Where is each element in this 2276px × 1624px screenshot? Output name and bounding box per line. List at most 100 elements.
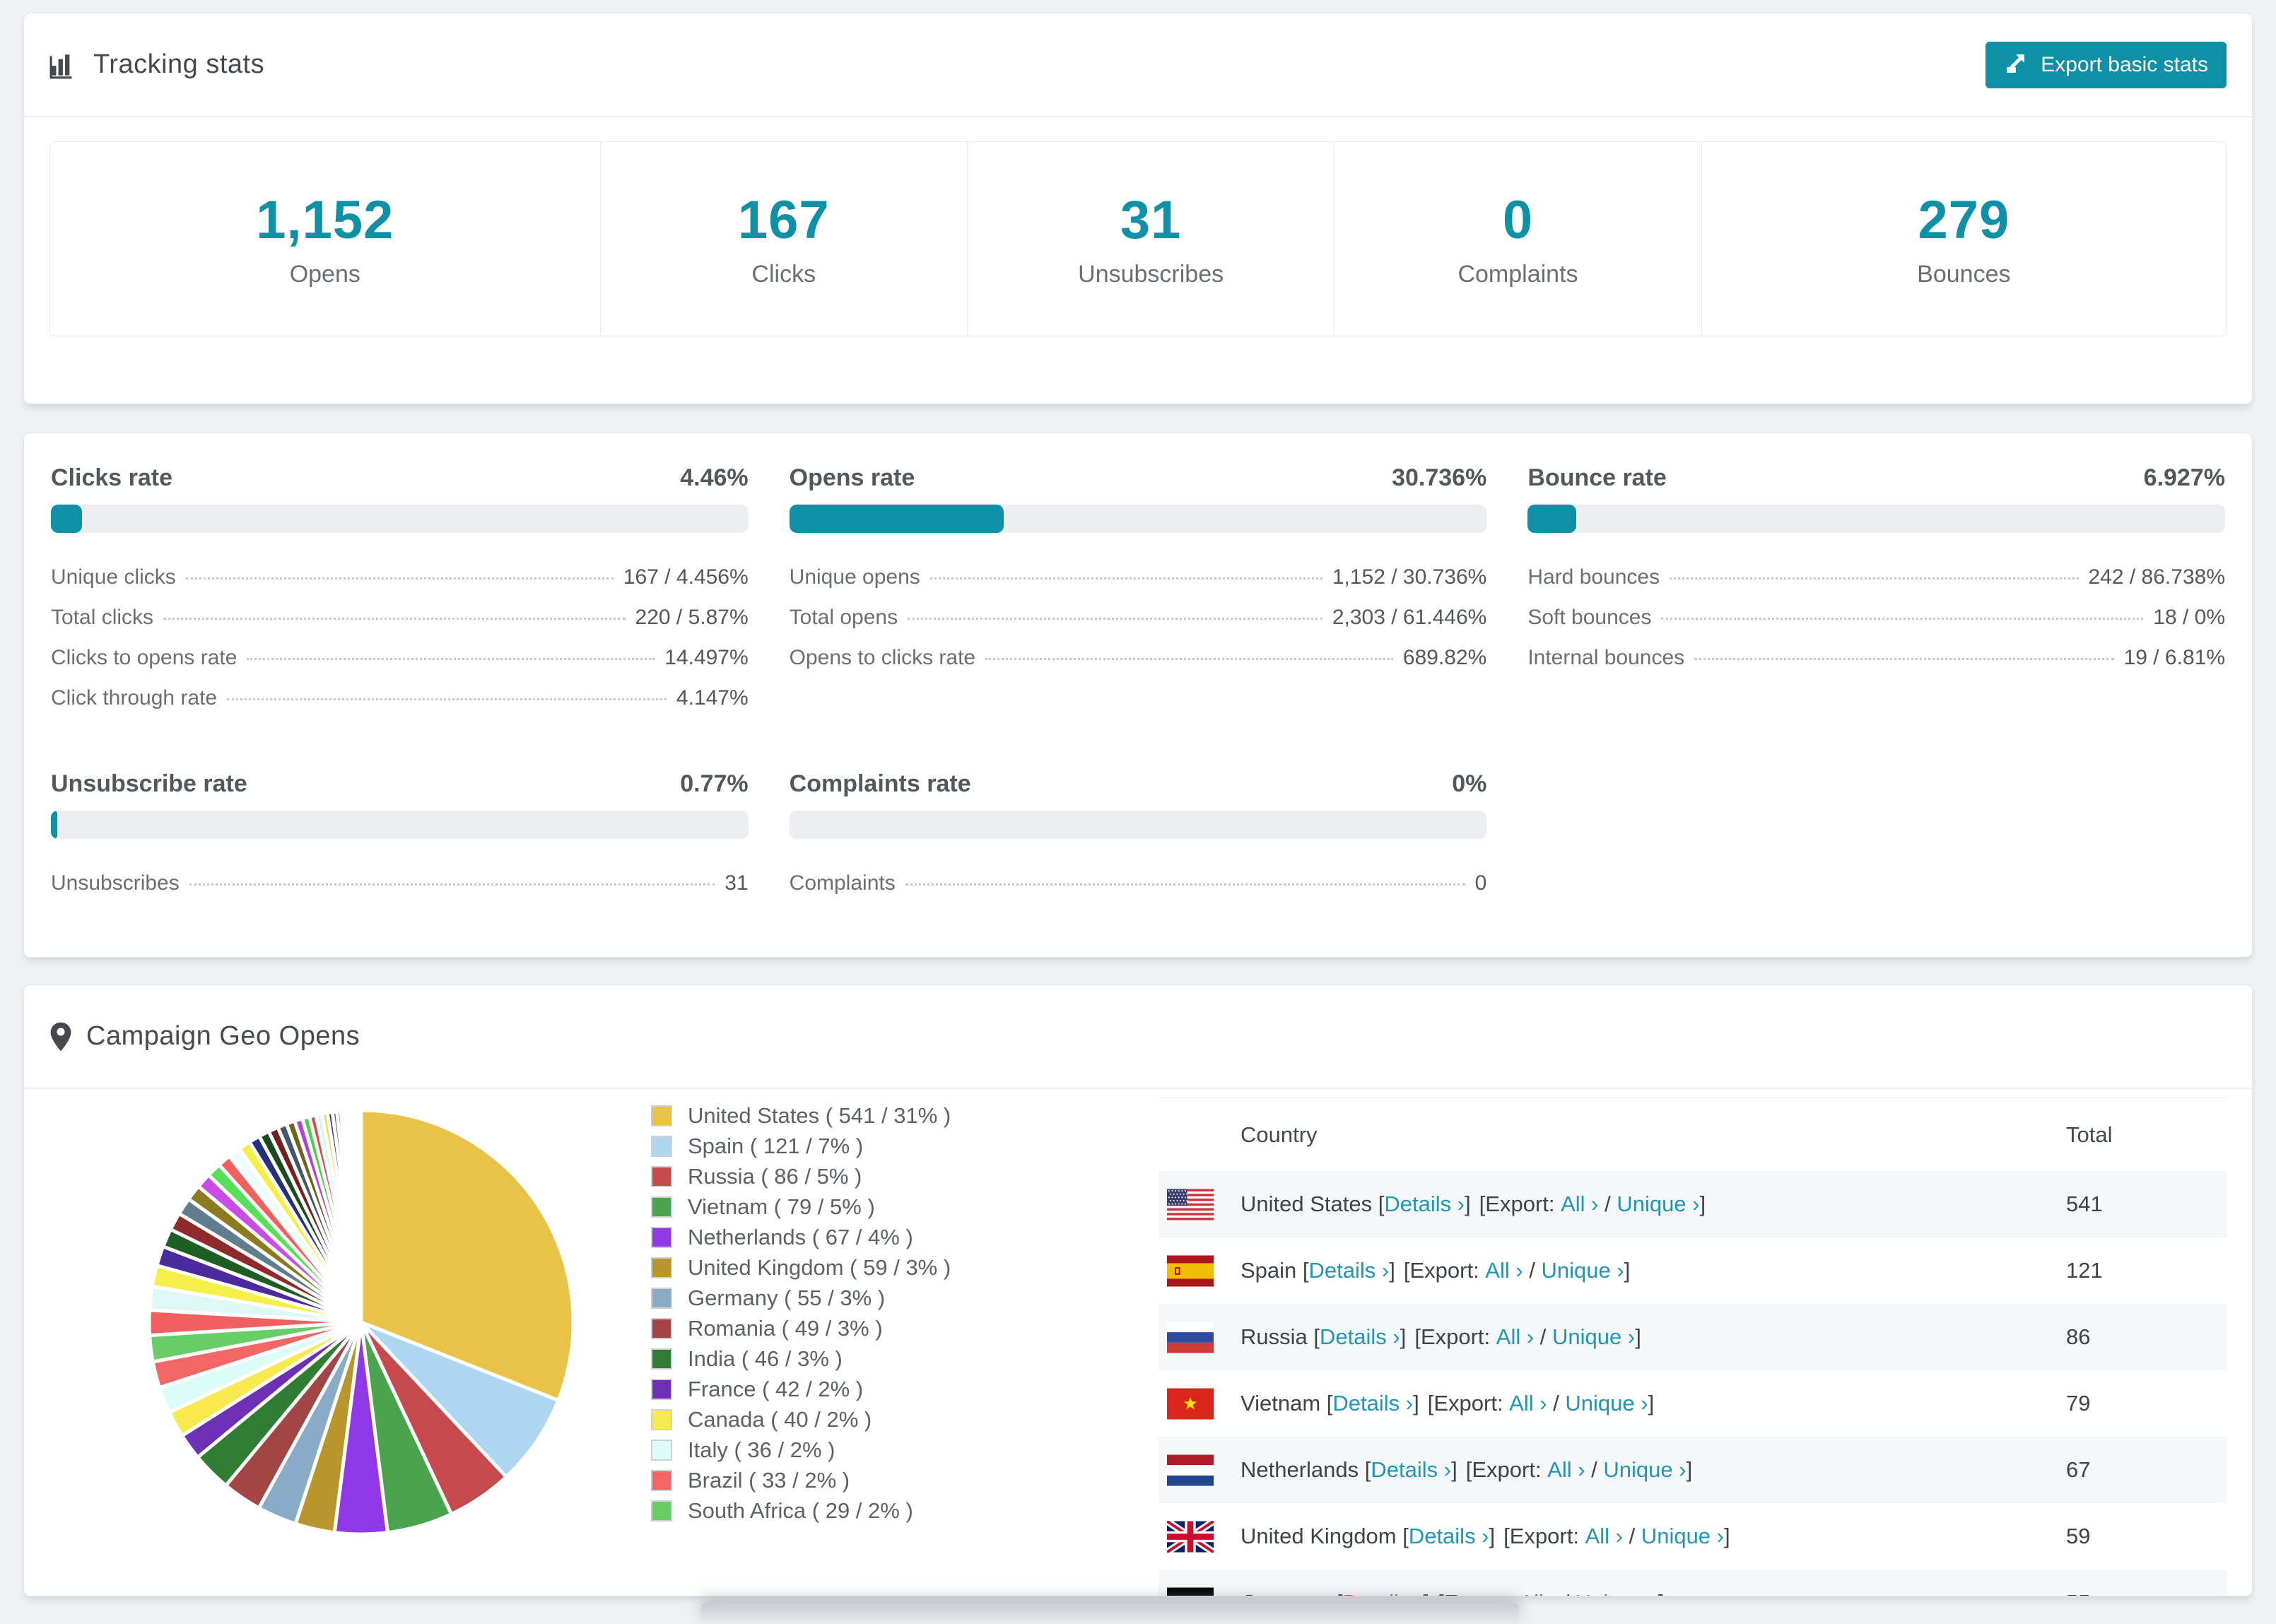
legend-label: India ( 46 / 3% )	[688, 1346, 843, 1371]
rate-row-total-opens: Total opens 2,303 / 61.446%	[790, 606, 1487, 646]
export-basic-stats-button[interactable]: Export basic stats	[1985, 41, 2227, 88]
rate-value: 0%	[1452, 770, 1487, 797]
rate-head: Clicks rate 4.46%	[51, 464, 749, 492]
legend-item-germany[interactable]: Germany ( 55 / 3% )	[651, 1283, 951, 1313]
details-link[interactable]: Details ›	[1343, 1590, 1424, 1596]
geo-header: Campaign Geo Opens	[24, 985, 2252, 1089]
legend-item-south-africa[interactable]: South Africa ( 29 / 2% )	[651, 1495, 951, 1526]
table-row-germany: Germany [Details ›] [Export: All › / Uniq…	[1158, 1570, 2227, 1596]
bracket: ]	[1699, 1191, 1706, 1216]
details-link[interactable]: Details ›	[1320, 1324, 1400, 1350]
details-link[interactable]: Details ›	[1332, 1391, 1413, 1416]
legend-item-united-states[interactable]: United States ( 541 / 31% )	[651, 1100, 951, 1131]
legend-item-india[interactable]: India ( 46 / 3% )	[651, 1343, 951, 1374]
export-unique-link[interactable]: Unique ›	[1552, 1324, 1635, 1350]
bracket: [	[1402, 1524, 1409, 1548]
rate-row-value: 4.147%	[676, 686, 749, 710]
total-cell: 86	[2066, 1324, 2091, 1349]
legend-item-united-kingdom[interactable]: United Kingdom ( 59 / 3% )	[651, 1252, 951, 1283]
bracket: ]	[1686, 1457, 1693, 1482]
geo-table-header: Country Total	[1158, 1098, 2227, 1171]
rate-row-total-clicks: Total clicks 220 / 5.87%	[51, 606, 749, 646]
pie-slice-other[interactable]	[358, 1108, 363, 1324]
legend-item-canada[interactable]: Canada ( 40 / 2% )	[651, 1404, 951, 1435]
legend-item-italy[interactable]: Italy ( 36 / 2% )	[651, 1435, 951, 1465]
de-flag-icon	[1167, 1587, 1214, 1596]
details-link[interactable]: Details ›	[1309, 1258, 1390, 1283]
progress-bar	[789, 811, 1487, 839]
rate-row-value: 242 / 86.738%	[2088, 565, 2226, 589]
slash-separator: /	[1622, 1524, 1641, 1548]
table-row-russia: Russia [Details ›] [Export: All › / Uniqu…	[1158, 1304, 2227, 1370]
export-all-link[interactable]: All ›	[1520, 1590, 1557, 1596]
export-unique-link[interactable]: Unique ›	[1617, 1191, 1699, 1217]
legend-item-netherlands[interactable]: Netherlands ( 67 / 4% )	[651, 1222, 951, 1252]
geo-pie-chart	[147, 1108, 575, 1536]
export-all-link[interactable]: All ›	[1496, 1324, 1534, 1350]
rate-row-value: 18 / 0%	[2153, 606, 2225, 629]
details-link[interactable]: Details ›	[1409, 1524, 1489, 1549]
legend-item-romania[interactable]: Romania ( 49 / 3% )	[651, 1313, 951, 1343]
total-cell: 541	[2066, 1191, 2103, 1216]
stat-box-unsubscribes: 31 Unsubscribes	[968, 142, 1335, 336]
details-link[interactable]: Details ›	[1371, 1457, 1451, 1483]
stat-value: 279	[1918, 190, 2010, 250]
stat-value: 31	[1120, 190, 1182, 250]
rate-value: 0.77%	[680, 770, 749, 797]
legend-label: Germany ( 55 / 3% )	[688, 1285, 886, 1310]
stat-value: 1,152	[256, 190, 394, 250]
export-label: [Export:	[1465, 1457, 1548, 1482]
rate-row-click-through-rate: Click through rate 4.147%	[51, 686, 749, 726]
export-all-link[interactable]: All ›	[1509, 1391, 1547, 1416]
country-name: Netherlands	[1240, 1457, 1365, 1482]
rate-row-value: 2,303 / 61.446%	[1332, 606, 1487, 629]
legend-item-vietnam[interactable]: Vietnam ( 79 / 5% )	[651, 1191, 951, 1222]
tracking-stats-card: Tracking stats Export basic stats 1,152 O…	[23, 13, 2253, 404]
slash-separator: /	[1523, 1258, 1542, 1283]
legend-swatch	[651, 1135, 672, 1157]
export-all-link[interactable]: All ›	[1485, 1258, 1523, 1283]
rate-value: 6.927%	[2143, 464, 2225, 491]
dotted-leader	[189, 883, 715, 885]
legend-item-russia[interactable]: Russia ( 86 / 5% )	[651, 1161, 951, 1191]
country-cell: Russia [Details ›] [Export: All › / Uniqu…	[1158, 1322, 2066, 1353]
progress-bar	[51, 811, 749, 839]
rate-row-hard-bounces: Hard bounces 242 / 86.738%	[1527, 565, 2225, 606]
dotted-leader	[185, 577, 614, 579]
country-cell: United States [Details ›] [Export: All › …	[1158, 1189, 2066, 1220]
bracket: ]	[1413, 1391, 1419, 1416]
export-all-link[interactable]: All ›	[1547, 1457, 1585, 1483]
progress-bar	[51, 505, 749, 533]
legend-item-spain[interactable]: Spain ( 121 / 7% )	[651, 1131, 951, 1161]
stat-box-opens: 1,152 Opens	[50, 142, 601, 336]
export-unique-link[interactable]: Unique ›	[1565, 1391, 1648, 1416]
stat-label: Clicks	[751, 261, 816, 288]
rate-panel-opens-rate: Opens rate 30.736% Unique opens 1,152 / 30.…	[789, 464, 1487, 726]
legend-label: South Africa ( 29 / 2% )	[688, 1498, 913, 1523]
legend-label: Brazil ( 33 / 2% )	[688, 1467, 850, 1493]
country-name: Vietnam	[1240, 1391, 1327, 1416]
bracket: [	[1364, 1457, 1371, 1482]
legend-swatch	[651, 1378, 672, 1400]
export-unique-link[interactable]: Unique ›	[1603, 1457, 1686, 1483]
legend-swatch	[651, 1226, 672, 1248]
details-link[interactable]: Details ›	[1384, 1191, 1465, 1217]
export-unique-link[interactable]: Unique ›	[1542, 1258, 1624, 1283]
export-all-link[interactable]: All ›	[1561, 1191, 1598, 1217]
stat-box-bounces: 279 Bounces	[1702, 142, 2226, 336]
export-unique-link[interactable]: Unique ›	[1641, 1524, 1724, 1549]
legend-item-brazil[interactable]: Brazil ( 33 / 2% )	[651, 1465, 951, 1495]
export-all-link[interactable]: All ›	[1585, 1524, 1623, 1549]
geo-pie-legend: United States ( 541 / 31% ) Spain ( 121 /…	[651, 1100, 951, 1526]
rate-row-internal-bounces: Internal bounces 19 / 6.81%	[1527, 646, 2225, 686]
legend-label: France ( 42 / 2% )	[688, 1376, 864, 1401]
legend-label: United States ( 541 / 31% )	[688, 1102, 951, 1128]
rate-row-label: Click through rate	[51, 686, 218, 710]
bracket: [	[1326, 1391, 1333, 1416]
legend-swatch	[651, 1196, 672, 1218]
export-unique-link[interactable]: Unique ›	[1576, 1590, 1658, 1596]
total-cell: 67	[2066, 1457, 2091, 1482]
legend-item-france[interactable]: France ( 42 / 2% )	[651, 1374, 951, 1404]
bracket: ]	[1400, 1324, 1407, 1349]
rate-title: Complaints rate	[789, 770, 971, 797]
